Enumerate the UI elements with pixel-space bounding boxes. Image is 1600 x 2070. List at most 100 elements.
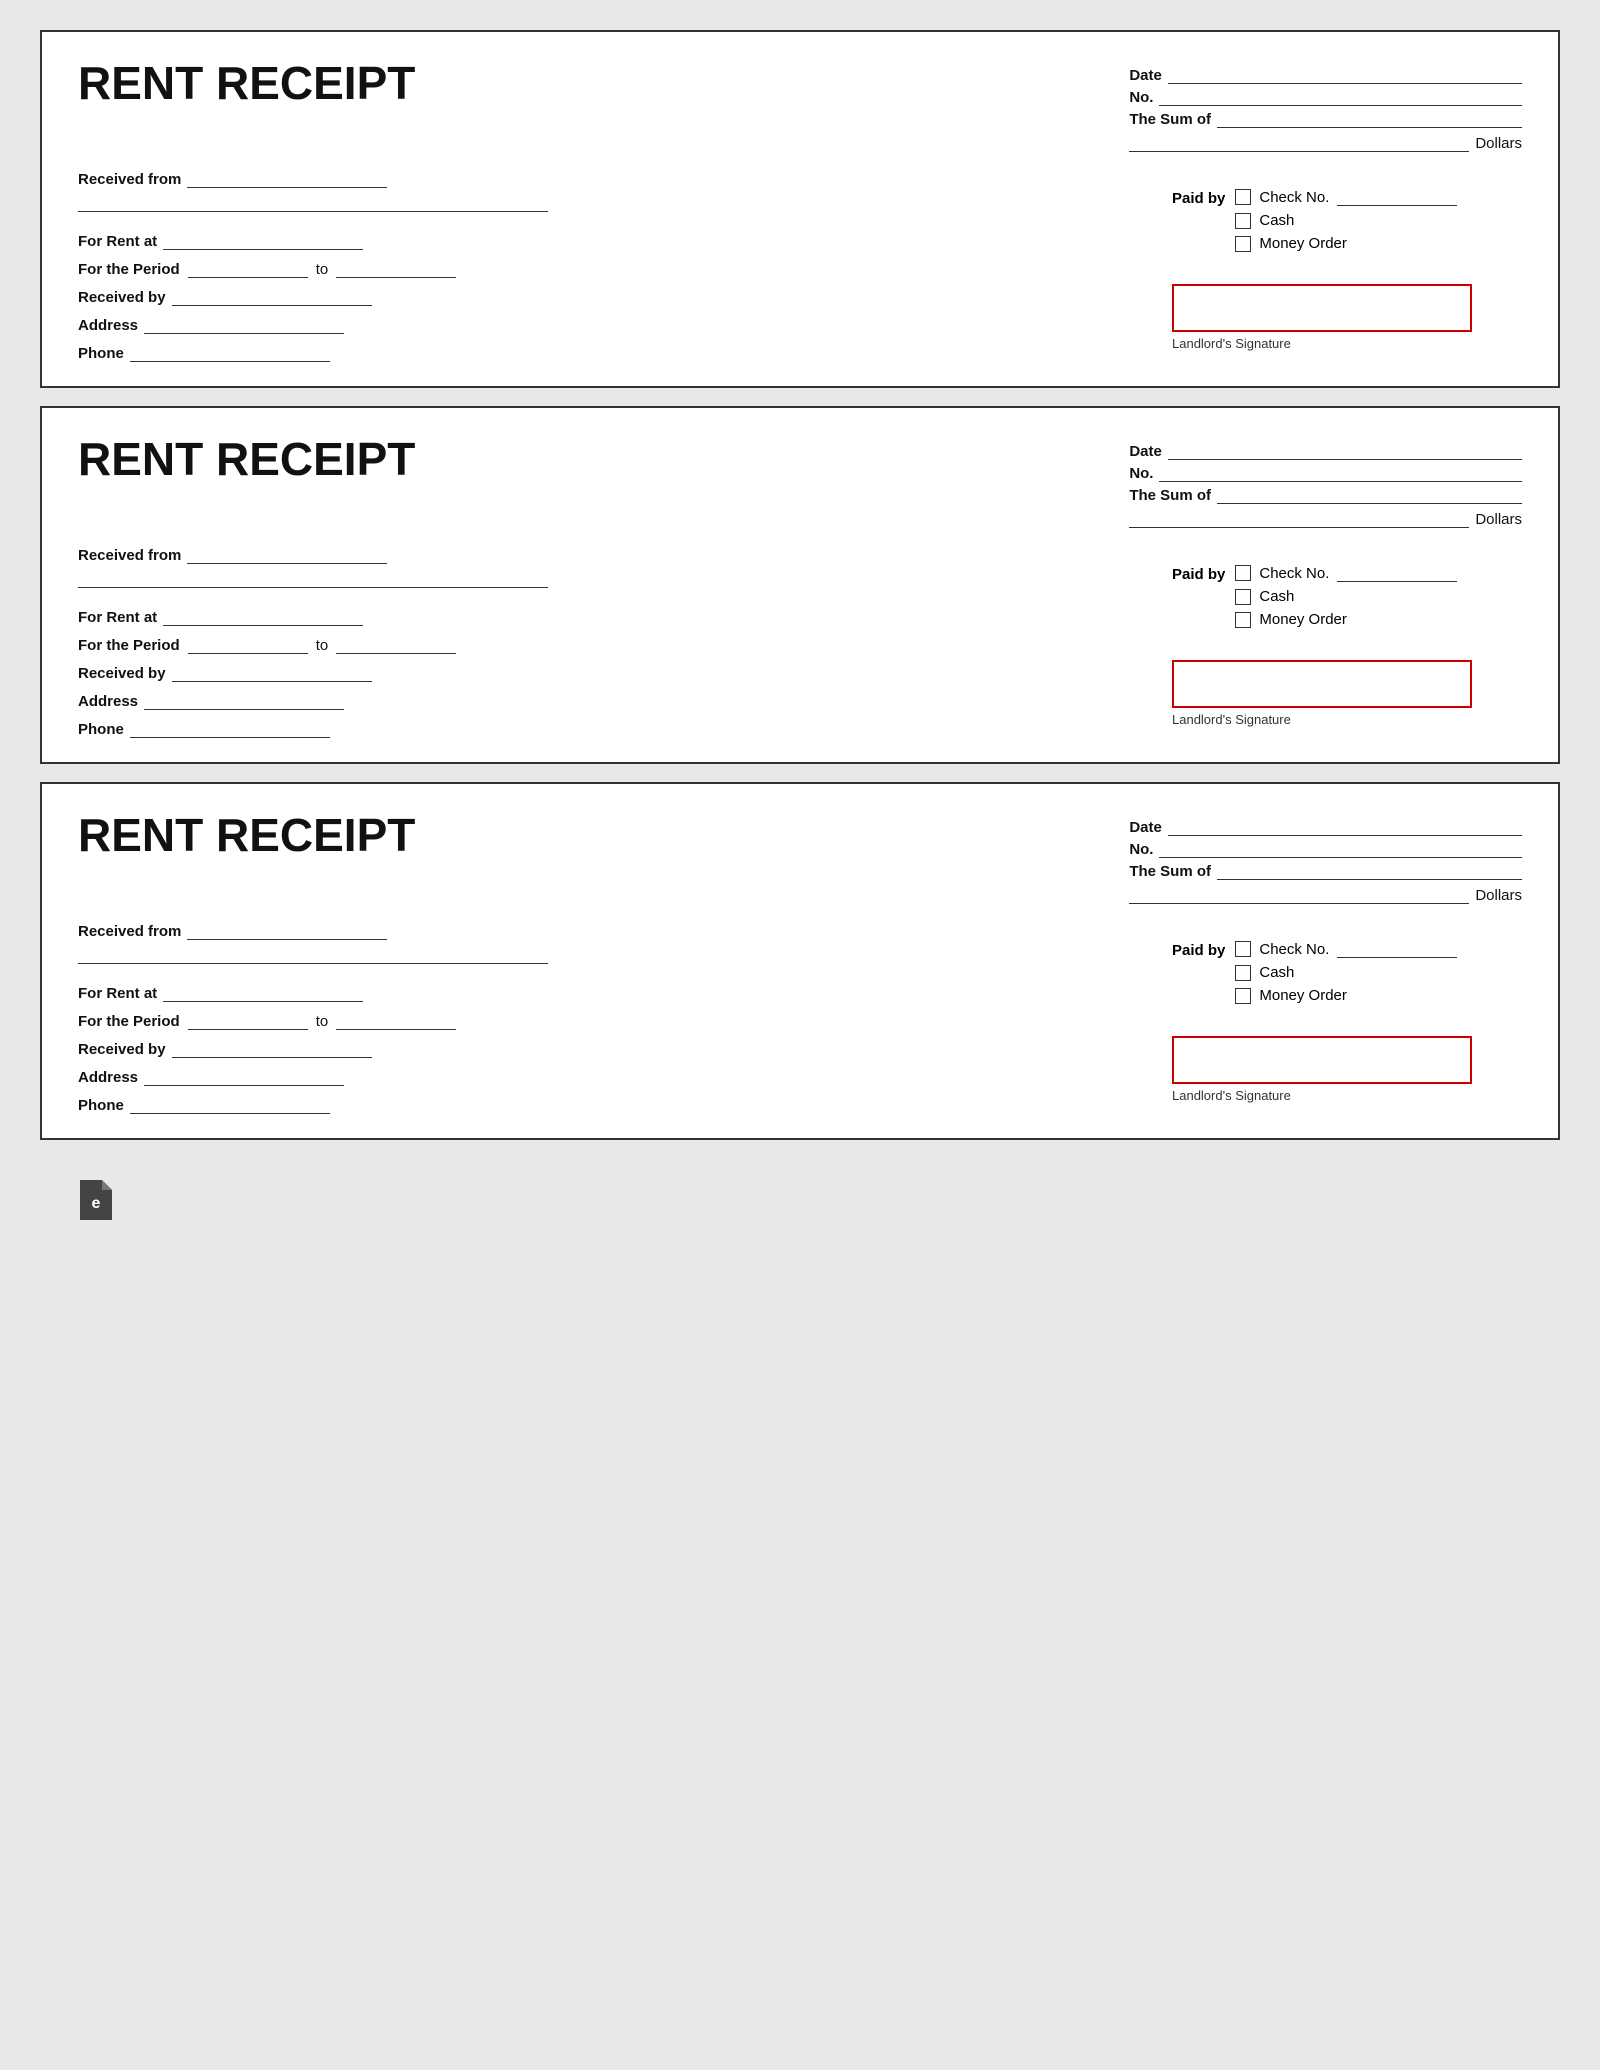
for-rent-row-3: For Rent at bbox=[78, 984, 1152, 1002]
receipts-container: RENT RECEIPT Date No. The Sum of Dollars bbox=[40, 30, 1560, 1140]
cash-label-1: Cash bbox=[1259, 212, 1294, 229]
period-label-1: For the Period bbox=[78, 261, 180, 278]
check-checkbox-2[interactable] bbox=[1235, 565, 1251, 581]
receipt-3-right: Paid by Check No. Cash bbox=[1152, 922, 1522, 1114]
sum-field-1[interactable] bbox=[1217, 110, 1522, 128]
check-no-field-1[interactable] bbox=[1337, 188, 1457, 206]
signature-box-3[interactable] bbox=[1172, 1036, 1472, 1084]
phone-row-3: Phone bbox=[78, 1096, 1152, 1114]
cash-label-3: Cash bbox=[1259, 964, 1294, 981]
money-order-label-3: Money Order bbox=[1259, 987, 1347, 1004]
no-row-3: No. bbox=[1129, 840, 1522, 858]
address-label-1: Address bbox=[78, 317, 138, 334]
check-checkbox-1[interactable] bbox=[1235, 189, 1251, 205]
money-order-checkbox-3[interactable] bbox=[1235, 988, 1251, 1004]
received-from-section-1: Received from bbox=[78, 170, 1152, 212]
received-from-second-line-3[interactable] bbox=[78, 946, 548, 964]
date-label-2: Date bbox=[1129, 443, 1162, 460]
check-checkbox-3[interactable] bbox=[1235, 941, 1251, 957]
sum-field-2[interactable] bbox=[1217, 486, 1522, 504]
dollars-line-1[interactable] bbox=[1129, 134, 1469, 152]
receipt-3-body: Received from For Rent at For the Period… bbox=[78, 922, 1522, 1114]
signature-label-2: Landlord's Signature bbox=[1172, 712, 1522, 727]
to-label-1: to bbox=[316, 261, 329, 278]
check-no-field-3[interactable] bbox=[1337, 940, 1457, 958]
dollars-line-3[interactable] bbox=[1129, 886, 1469, 904]
signature-box-1[interactable] bbox=[1172, 284, 1472, 332]
period-row-2: For the Period to bbox=[78, 636, 1152, 654]
sum-label-2: The Sum of bbox=[1129, 487, 1211, 504]
address-field-1[interactable] bbox=[144, 316, 344, 334]
no-row-1: No. bbox=[1129, 88, 1522, 106]
phone-field-3[interactable] bbox=[130, 1096, 330, 1114]
sum-row-1: The Sum of bbox=[1129, 110, 1522, 128]
no-field-1[interactable] bbox=[1159, 88, 1522, 106]
cash-checkbox-2[interactable] bbox=[1235, 589, 1251, 605]
date-field-3[interactable] bbox=[1168, 818, 1522, 836]
received-from-label-3: Received from bbox=[78, 923, 181, 940]
received-by-row-2: Received by bbox=[78, 664, 1152, 682]
svg-text:e: e bbox=[92, 1195, 101, 1212]
period-to-field-1[interactable] bbox=[336, 260, 456, 278]
money-order-checkbox-2[interactable] bbox=[1235, 612, 1251, 628]
date-field-1[interactable] bbox=[1168, 66, 1522, 84]
date-label-3: Date bbox=[1129, 819, 1162, 836]
received-by-field-2[interactable] bbox=[172, 664, 372, 682]
money-order-option-3: Money Order bbox=[1235, 987, 1457, 1004]
no-field-3[interactable] bbox=[1159, 840, 1522, 858]
address-row-3: Address bbox=[78, 1068, 1152, 1086]
dollars-line-2[interactable] bbox=[1129, 510, 1469, 528]
dollars-row-1: Dollars bbox=[1129, 134, 1522, 152]
period-from-field-3[interactable] bbox=[188, 1012, 308, 1030]
phone-field-2[interactable] bbox=[130, 720, 330, 738]
date-row-1: Date bbox=[1129, 66, 1522, 84]
received-from-field-1[interactable] bbox=[187, 170, 387, 188]
received-from-label-2: Received from bbox=[78, 547, 181, 564]
for-rent-label-1: For Rent at bbox=[78, 233, 157, 250]
received-by-label-3: Received by bbox=[78, 1041, 166, 1058]
received-from-label-1: Received from bbox=[78, 171, 181, 188]
for-rent-field-2[interactable] bbox=[163, 608, 363, 626]
paid-by-section-1: Paid by Check No. Cash bbox=[1172, 188, 1522, 252]
date-field-2[interactable] bbox=[1168, 442, 1522, 460]
cash-checkbox-3[interactable] bbox=[1235, 965, 1251, 981]
receipt-2-header: RENT RECEIPT Date No. The Sum of Dollars bbox=[78, 436, 1522, 528]
period-to-field-3[interactable] bbox=[336, 1012, 456, 1030]
phone-label-3: Phone bbox=[78, 1097, 124, 1114]
period-label-2: For the Period bbox=[78, 637, 180, 654]
received-from-second-line-2[interactable] bbox=[78, 570, 548, 588]
check-option-1: Check No. bbox=[1235, 188, 1457, 206]
to-label-3: to bbox=[316, 1013, 329, 1030]
for-rent-field-3[interactable] bbox=[163, 984, 363, 1002]
money-order-option-2: Money Order bbox=[1235, 611, 1457, 628]
check-no-field-2[interactable] bbox=[1337, 564, 1457, 582]
received-from-field-2[interactable] bbox=[187, 546, 387, 564]
signature-section-2: Landlord's Signature bbox=[1172, 652, 1522, 727]
paid-by-label-2: Paid by bbox=[1172, 564, 1225, 583]
phone-field-1[interactable] bbox=[130, 344, 330, 362]
dollars-label-1: Dollars bbox=[1475, 135, 1522, 152]
cash-option-3: Cash bbox=[1235, 964, 1457, 981]
address-field-3[interactable] bbox=[144, 1068, 344, 1086]
money-order-checkbox-1[interactable] bbox=[1235, 236, 1251, 252]
period-from-field-2[interactable] bbox=[188, 636, 308, 654]
received-from-field-3[interactable] bbox=[187, 922, 387, 940]
date-label-1: Date bbox=[1129, 67, 1162, 84]
period-to-field-2[interactable] bbox=[336, 636, 456, 654]
received-from-section-2: Received from bbox=[78, 546, 1152, 588]
signature-box-2[interactable] bbox=[1172, 660, 1472, 708]
received-from-row-2: Received from bbox=[78, 546, 1152, 564]
address-field-2[interactable] bbox=[144, 692, 344, 710]
received-by-field-3[interactable] bbox=[172, 1040, 372, 1058]
no-field-2[interactable] bbox=[1159, 464, 1522, 482]
cash-checkbox-1[interactable] bbox=[1235, 213, 1251, 229]
period-from-field-1[interactable] bbox=[188, 260, 308, 278]
receipt-1-right: Paid by Check No. Cash bbox=[1152, 170, 1522, 362]
receipt-1: RENT RECEIPT Date No. The Sum of Dollars bbox=[40, 30, 1560, 388]
receipt-2-title: RENT RECEIPT bbox=[78, 436, 415, 482]
for-rent-field-1[interactable] bbox=[163, 232, 363, 250]
received-from-second-line-1[interactable] bbox=[78, 194, 548, 212]
receipt-1-top-right: Date No. The Sum of Dollars bbox=[1129, 60, 1522, 152]
sum-field-3[interactable] bbox=[1217, 862, 1522, 880]
received-by-field-1[interactable] bbox=[172, 288, 372, 306]
